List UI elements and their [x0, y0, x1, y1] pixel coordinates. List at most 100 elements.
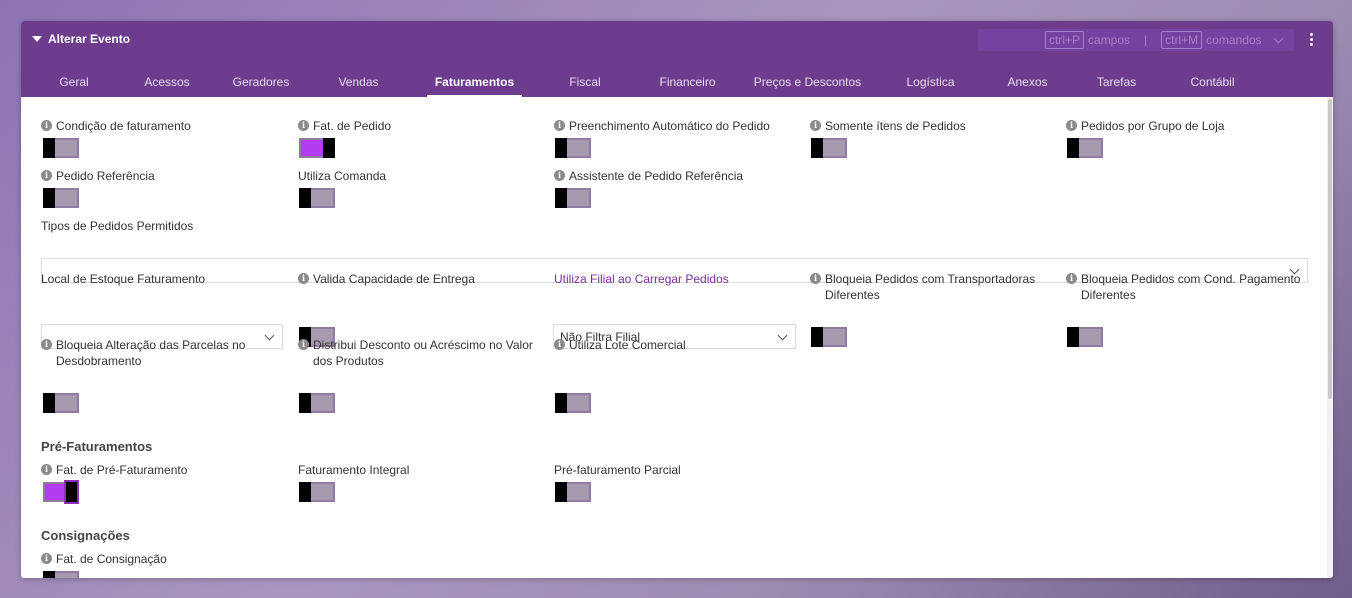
toggle-pre-faturamento-parcial[interactable] — [555, 482, 591, 502]
collapse-caret-icon[interactable] — [32, 36, 42, 42]
field-fat-pedido: i Fat. de Pedido — [298, 118, 538, 134]
info-icon[interactable]: i — [41, 339, 52, 350]
field-label: Tipos de Pedidos Permitidos — [41, 219, 194, 233]
field-label: Pré-faturamento Parcial — [554, 463, 681, 477]
field-valida-capacidade: i Valida Capacidade de Entrega — [298, 271, 538, 287]
field-utiliza-filial: Utiliza Filial ao Carregar Pedidos — [554, 271, 804, 287]
field-condicao-faturamento: i Condição de faturamento — [41, 118, 281, 134]
field-label: Utiliza Filial ao Carregar Pedidos — [554, 272, 729, 286]
field-bloqueia-parcelas: i Bloqueia Alteração das Parcelas no Desd… — [41, 337, 256, 369]
tab-geral[interactable]: Geral — [42, 73, 106, 97]
field-label: Somente ítens de Pedidos — [825, 119, 966, 133]
field-label: Preenchimento Automático do Pedido — [569, 119, 770, 133]
toggle-assistente-pedido-ref[interactable] — [555, 188, 591, 208]
field-label: Assistente de Pedido Referência — [569, 169, 744, 183]
tab-faturamentos[interactable]: Faturamentos — [427, 73, 522, 97]
info-icon[interactable]: i — [1066, 120, 1077, 131]
shortcut-commands[interactable]: ctrl+M comandos — [1161, 31, 1262, 49]
field-label: Distribui Desconto ou Acréscimo no Valor… — [313, 338, 533, 368]
info-icon[interactable]: i — [1066, 273, 1077, 284]
toggle-fat-consignacao[interactable] — [43, 571, 79, 578]
shortcut-fields[interactable]: ctrl+P campos — [1045, 31, 1130, 49]
field-label: Local de Estoque Faturamento — [41, 272, 206, 286]
toggle-utiliza-lote[interactable] — [555, 393, 591, 413]
field-label: Utiliza Lote Comercial — [569, 338, 686, 352]
toggle-condicao-faturamento[interactable] — [43, 138, 79, 158]
field-label: Fat. de Pedido — [313, 119, 392, 133]
scrollbar-thumb[interactable] — [1328, 99, 1332, 399]
toggle-pedido-referencia[interactable] — [43, 188, 79, 208]
field-label: Bloqueia Pedidos com Cond. Pagamento Dif… — [1081, 272, 1301, 302]
toggle-preenchimento-automatico[interactable] — [555, 138, 591, 158]
info-icon[interactable]: i — [41, 553, 52, 564]
tab-acessos[interactable]: Acessos — [135, 73, 199, 97]
field-label: Faturamento Integral — [298, 463, 410, 477]
field-label: Utiliza Comanda — [298, 169, 387, 183]
tab-vendas[interactable]: Vendas — [320, 73, 397, 97]
toggle-distribui-desconto[interactable] — [299, 393, 335, 413]
shortcut-bar[interactable]: ctrl+P campos | ctrl+M comandos — [978, 29, 1294, 51]
toggle-bloqueia-transportadoras[interactable] — [811, 327, 847, 347]
tab-contabil[interactable]: Contábil — [1174, 73, 1251, 97]
toggle-fat-pedido[interactable] — [299, 138, 335, 158]
toggle-bloqueia-parcelas[interactable] — [43, 393, 79, 413]
tab-geradores[interactable]: Geradores — [221, 73, 301, 97]
panel-header: Alterar Evento ctrl+P campos | ctrl+M co… — [21, 21, 1333, 97]
info-icon[interactable]: i — [298, 120, 309, 131]
section-pre-faturamentos: Pré-Faturamentos — [41, 439, 153, 454]
tab-precos-descontos[interactable]: Preços e Descontos — [750, 73, 865, 97]
info-icon[interactable]: i — [298, 273, 309, 284]
info-icon[interactable]: i — [810, 120, 821, 131]
shortcut-fields-key: ctrl+P — [1045, 31, 1085, 49]
shortcut-chevron-down-icon[interactable] — [1273, 33, 1284, 44]
vertical-scrollbar[interactable] — [1327, 97, 1333, 578]
field-fat-pre-faturamento: i Fat. de Pré-Faturamento — [41, 462, 281, 478]
field-tipos-pedidos: Tipos de Pedidos Permitidos — [41, 218, 441, 234]
info-icon[interactable]: i — [554, 170, 565, 181]
toggle-bloqueia-cond-pagamento[interactable] — [1067, 327, 1103, 347]
chevron-down-icon — [264, 330, 275, 341]
shortcut-commands-label: comandos — [1206, 33, 1262, 47]
toggle-pedidos-grupo-loja[interactable] — [1067, 138, 1103, 158]
more-options-icon[interactable] — [1310, 33, 1313, 46]
shortcut-separator: | — [1144, 33, 1148, 47]
field-label: Bloqueia Alteração das Parcelas no Desdo… — [56, 338, 246, 368]
field-label: Pedidos por Grupo de Loja — [1081, 119, 1225, 133]
info-icon[interactable]: i — [554, 120, 565, 131]
toggle-somente-itens[interactable] — [811, 138, 847, 158]
panel-title[interactable]: Alterar Evento — [32, 32, 130, 46]
shortcut-commands-key: ctrl+M — [1161, 31, 1203, 49]
field-label: Condição de faturamento — [56, 119, 191, 133]
toggle-faturamento-integral[interactable] — [299, 482, 335, 502]
field-utiliza-comanda: Utiliza Comanda — [298, 168, 538, 184]
tab-bar: Geral Acessos Geradores Vendas Faturamen… — [21, 73, 1333, 97]
tab-fiscal[interactable]: Fiscal — [545, 73, 625, 97]
tab-tarefas[interactable]: Tarefas — [1082, 73, 1151, 97]
shortcut-fields-label: campos — [1088, 33, 1131, 47]
info-icon[interactable]: i — [41, 170, 52, 181]
field-label: Fat. de Consignação — [56, 552, 167, 566]
info-icon[interactable]: i — [298, 339, 309, 350]
field-pedido-referencia: i Pedido Referência — [41, 168, 281, 184]
info-icon[interactable]: i — [41, 464, 52, 475]
toggle-fat-pre-faturamento[interactable] — [43, 480, 79, 504]
tab-financeiro[interactable]: Financeiro — [648, 73, 727, 97]
field-local-estoque: Local de Estoque Faturamento — [41, 271, 281, 287]
edit-event-panel: Alterar Evento ctrl+P campos | ctrl+M co… — [21, 21, 1333, 578]
info-icon[interactable]: i — [41, 120, 52, 131]
field-label: Bloqueia Pedidos com Transportadoras Dif… — [825, 272, 1036, 302]
field-somente-itens: i Somente ítens de Pedidos — [810, 118, 1050, 134]
field-label: Pedido Referência — [56, 169, 155, 183]
field-label: Fat. de Pré-Faturamento — [56, 463, 188, 477]
tab-logistica[interactable]: Logística — [888, 73, 973, 97]
info-icon[interactable]: i — [554, 339, 565, 350]
info-icon[interactable]: i — [810, 273, 821, 284]
toggle-utiliza-comanda[interactable] — [299, 188, 335, 208]
field-bloqueia-transportadoras: i Bloqueia Pedidos com Transportadoras Di… — [810, 271, 1050, 303]
field-distribui-desconto: i Distribui Desconto ou Acréscimo no Valo… — [298, 337, 543, 369]
field-assistente-pedido-ref: i Assistente de Pedido Referência — [554, 168, 804, 184]
field-utiliza-lote: i Utiliza Lote Comercial — [554, 337, 804, 353]
field-pedidos-grupo-loja: i Pedidos por Grupo de Loja — [1066, 118, 1306, 134]
field-faturamento-integral: Faturamento Integral — [298, 462, 538, 478]
tab-anexos[interactable]: Anexos — [996, 73, 1059, 97]
